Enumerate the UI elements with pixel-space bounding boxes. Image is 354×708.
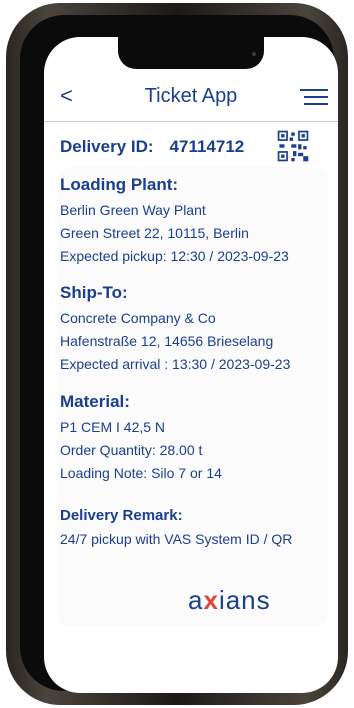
delivery-id-label: Delivery ID: <box>60 137 154 156</box>
ship-to-section: Ship-To: Concrete Company & Co Hafenstra… <box>60 283 290 376</box>
phone-notch <box>118 37 264 69</box>
loading-plant-heading: Loading Plant: <box>60 175 179 194</box>
delivery-id-value: 47114712 <box>169 137 245 156</box>
loading-plant-pickup: Expected pickup: 12:30 / 2023-09-23 <box>60 248 289 264</box>
qr-code-icon[interactable] <box>276 129 310 163</box>
app-header: < Ticket App <box>44 79 338 119</box>
app-title: Ticket App <box>144 85 238 107</box>
material-loading-note: Loading Note: Silo 7 or 14 <box>60 465 222 481</box>
material-section: Material: P1 CEM I 42,5 N Order Quantity… <box>60 392 222 485</box>
ship-to-heading: Ship-To: <box>60 283 128 302</box>
loading-plant-address: Green Street 22, 10115, Berlin <box>60 225 249 241</box>
delivery-id-row: Delivery ID: 47114712 <box>60 137 244 157</box>
ship-to-name: Concrete Company & Co <box>60 310 216 326</box>
header-divider <box>44 121 338 122</box>
material-type: P1 CEM I 42,5 N <box>60 419 166 435</box>
delivery-remark-text: 24/7 pickup with VAS System ID / QR <box>60 531 293 547</box>
loading-plant-section: Loading Plant: Berlin Green Way Plant Gr… <box>60 175 289 268</box>
loading-plant-name: Berlin Green Way Plant <box>60 202 206 218</box>
delivery-remark-section: Delivery Remark: 24/7 pickup with VAS Sy… <box>60 507 292 551</box>
ship-to-arrival: Expected arrival : 13:30 / 2023-09-23 <box>60 356 291 372</box>
material-quantity: Order Quantity: 28.00 t <box>60 442 203 458</box>
camera-icon <box>252 52 256 56</box>
delivery-remark-heading: Delivery Remark: <box>60 507 183 524</box>
material-heading: Material: <box>60 392 130 411</box>
ship-to-address: Hafenstraße 12, 14656 Brieselang <box>60 333 274 349</box>
axians-logo: axians <box>188 585 271 615</box>
phone-screen: < Ticket App Delivery ID: 47114712 Loadin… <box>44 37 338 693</box>
hamburger-menu-icon[interactable] <box>300 89 328 110</box>
